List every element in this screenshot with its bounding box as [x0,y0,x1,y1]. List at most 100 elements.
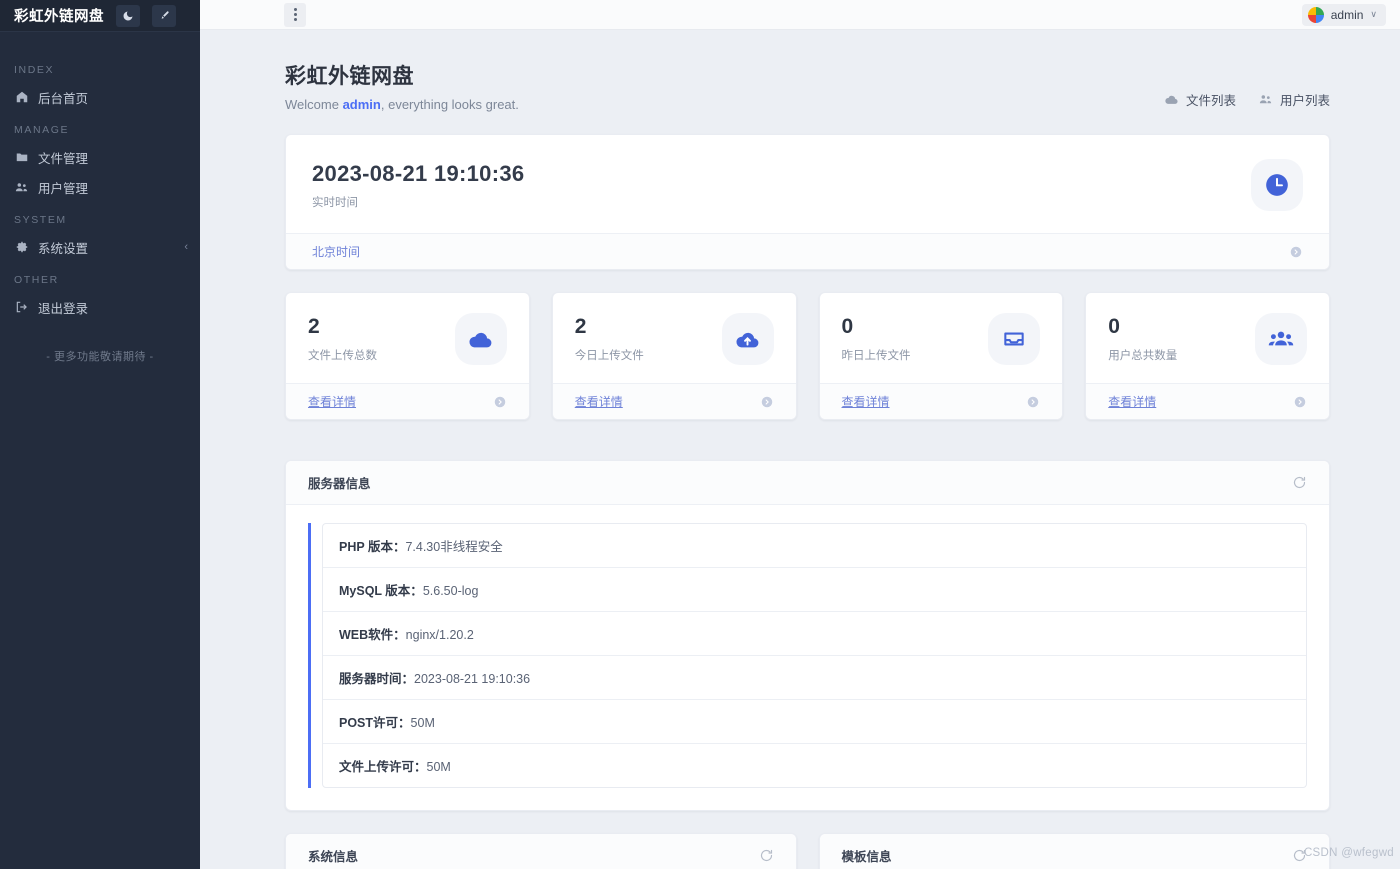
sidebar-item-user-manage[interactable]: 用户管理 [0,172,200,202]
topbar: admin ∨ [200,0,1400,30]
circle-arrow-right-icon[interactable] [1289,245,1303,259]
user-list-label: 用户列表 [1280,90,1330,109]
user-list-link[interactable]: 用户列表 [1258,90,1330,109]
info-row: WEB软件：nginx/1.20.2 [323,612,1306,656]
dark-mode-toggle[interactable] [116,5,140,27]
template-info-panel: 模板信息 你使用的已是最新版本！ [819,833,1331,869]
theme-brush-toggle[interactable] [152,5,176,27]
user-menu-button[interactable]: admin ∨ [1302,4,1386,26]
realtime-clock-footer[interactable]: 北京时间 [286,233,1329,269]
sidebar-nav: INDEX 后台首页 MANAGE 文件管理 [0,32,200,869]
sidebar-item-file-manage[interactable]: 文件管理 [0,142,200,172]
file-list-link[interactable]: 文件列表 [1164,90,1236,109]
bottom-panel-row: 系统信息 你使用的已是最新版本！ [285,833,1330,869]
stat-detail-link[interactable]: 查看详情 [842,393,890,410]
info-row: POST许可：50M [323,700,1306,744]
stat-text: 0 昨日上传文件 [842,316,911,363]
stat-footer[interactable]: 查看详情 [820,383,1063,419]
sidebar-item-label: 文件管理 [38,148,188,167]
stat-text: 2 今日上传文件 [575,316,644,363]
sidebar-item-logout[interactable]: 退出登录 [0,292,200,322]
nav-group-title-other: OTHER [0,262,200,292]
clock-icon [1251,159,1303,211]
server-info-accent-wrap: PHP 版本：7.4.30非线程安全 MySQL 版本：5.6.50-log W… [308,523,1307,788]
system-info-panel: 系统信息 你使用的已是最新版本！ [285,833,797,869]
stat-card-row: 2 文件上传总数 查看详情 [285,292,1330,420]
circle-arrow-right-icon[interactable] [493,395,507,409]
sidebar-item-system-settings[interactable]: 系统设置 ‹ [0,232,200,262]
chevron-left-icon[interactable]: ‹ [184,242,188,253]
content-scroll-area: 彩虹外链网盘 Welcome admin, everything looks g… [200,30,1400,869]
info-row: 文件上传许可：50M [323,744,1306,787]
circle-arrow-right-icon[interactable] [760,395,774,409]
brush-icon [158,10,170,22]
inbox-icon [988,313,1040,365]
chevron-down-icon: ∨ [1370,9,1377,20]
sidebar-footer-note: - 更多功能敬请期待 - [0,322,200,364]
welcome-message: Welcome admin, everything looks great. [285,97,519,112]
dot [294,13,297,16]
dot [294,18,297,21]
beijing-time-link[interactable]: 北京时间 [312,243,360,260]
stat-value: 0 [1108,316,1177,337]
system-info-header: 系统信息 [286,834,796,869]
stat-footer[interactable]: 查看详情 [1086,383,1329,419]
stat-card-today-uploads: 2 今日上传文件 查看详情 [552,292,797,420]
info-row-value: 50M [411,716,435,730]
stat-label: 昨日上传文件 [842,347,911,363]
stat-label: 文件上传总数 [308,347,377,363]
page-header: 彩虹外链网盘 Welcome admin, everything looks g… [285,60,1330,112]
circle-arrow-right-icon[interactable] [1026,395,1040,409]
server-info-list: PHP 版本：7.4.30非线程安全 MySQL 版本：5.6.50-log W… [322,523,1307,788]
nav-group-title-manage: MANAGE [0,112,200,142]
realtime-clock-value: 2023-08-21 19:10:36 [312,161,524,187]
file-list-label: 文件列表 [1186,90,1236,109]
stat-detail-link[interactable]: 查看详情 [1108,393,1156,410]
stat-label: 用户总共数量 [1108,347,1177,363]
server-info-header: 服务器信息 [286,461,1329,505]
refresh-icon[interactable] [759,848,774,863]
gear-icon [14,240,29,255]
nav-group-title-system: SYSTEM [0,202,200,232]
moon-icon [122,10,134,22]
stat-card-yesterday-uploads: 0 昨日上传文件 查看详情 [819,292,1064,420]
stat-card-total-users: 0 用户总共数量 查看详情 [1085,292,1330,420]
sidebar-item-dashboard[interactable]: 后台首页 [0,82,200,112]
sidebar-item-label: 系统设置 [38,238,175,257]
more-vertical-icon[interactable] [284,3,306,27]
info-row: PHP 版本：7.4.30非线程安全 [323,524,1306,568]
info-row-value: 7.4.30非线程安全 [405,540,502,554]
system-info-title: 系统信息 [308,846,358,865]
server-info-title: 服务器信息 [308,473,371,492]
home-icon [14,90,29,105]
info-row-value: 50M [427,760,451,774]
stat-card-total-uploads: 2 文件上传总数 查看详情 [285,292,530,420]
nav-group-title-index: INDEX [0,52,200,82]
refresh-icon[interactable] [1292,475,1307,490]
server-info-panel: 服务器信息 PHP 版本：7.4.30非线程安全 [285,460,1330,811]
stat-value: 2 [575,316,644,337]
folder-icon [14,150,29,165]
stat-footer[interactable]: 查看详情 [286,383,529,419]
sidebar-item-label: 用户管理 [38,178,188,197]
welcome-suffix: , everything looks great. [381,97,519,112]
info-row-label: WEB软件： [339,628,406,642]
stat-footer[interactable]: 查看详情 [553,383,796,419]
realtime-clock-text: 2023-08-21 19:10:36 实时时间 [312,161,524,210]
info-row-label: MySQL 版本： [339,584,423,598]
info-row-label: 文件上传许可： [339,760,427,774]
users-group-icon [1255,313,1307,365]
refresh-icon[interactable] [1292,848,1307,863]
user-name-label: admin [1331,8,1364,22]
info-row-value: 2023-08-21 19:10:36 [414,672,530,686]
info-row-label: POST许可： [339,716,411,730]
circle-arrow-right-icon[interactable] [1293,395,1307,409]
welcome-user-link[interactable]: admin [343,97,381,112]
avatar [1308,7,1324,23]
cloud-icon [1164,92,1179,107]
stat-detail-link[interactable]: 查看详情 [308,393,356,410]
page-header-actions: 文件列表 用户列表 [1164,60,1330,109]
logout-icon [14,300,29,315]
cloud-upload-icon [722,313,774,365]
stat-detail-link[interactable]: 查看详情 [575,393,623,410]
